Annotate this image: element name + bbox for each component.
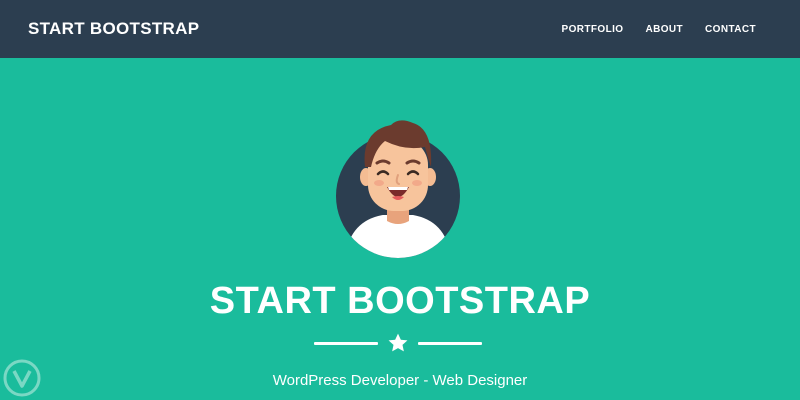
nav-link-contact[interactable]: CONTACT <box>705 24 756 35</box>
divider-line-right <box>418 341 482 345</box>
avatar-face-icon <box>336 120 460 258</box>
divider <box>314 332 482 354</box>
nav-link-about[interactable]: ABOUT <box>645 24 683 35</box>
avatar <box>335 117 461 259</box>
divider-line-left <box>314 341 378 345</box>
subheading: WordPress Developer - Web Designer <box>272 372 528 389</box>
nav-link-portfolio[interactable]: PORTFOLIO <box>562 24 624 35</box>
watermark-logo-icon <box>3 359 41 397</box>
navbar: START BOOTSTRAP PORTFOLIO ABOUT CONTACT <box>0 0 800 58</box>
watermark <box>2 358 42 398</box>
nav-links: PORTFOLIO ABOUT CONTACT <box>562 24 756 35</box>
page-title: START BOOTSTRAP <box>209 280 591 322</box>
brand-link[interactable]: START BOOTSTRAP <box>28 19 199 39</box>
star-icon <box>388 333 408 352</box>
